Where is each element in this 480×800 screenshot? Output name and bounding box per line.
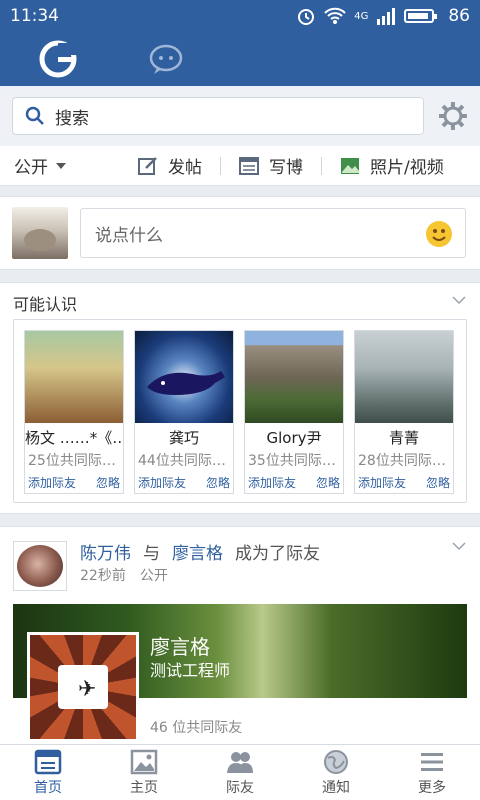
status-input[interactable]: 说点什么 bbox=[80, 208, 466, 258]
blog-button[interactable]: 写博 bbox=[221, 153, 321, 178]
nav-more[interactable]: 更多 bbox=[384, 745, 480, 800]
bottom-nav: 首页 主页 际友 通知 更多 bbox=[0, 744, 480, 800]
mutual-count: 25位共同际… bbox=[28, 453, 116, 469]
feed-icon bbox=[34, 749, 62, 774]
nav-friends[interactable]: 际友 bbox=[192, 745, 288, 800]
ignore-button[interactable]: 忽略 bbox=[316, 474, 340, 491]
person-photo bbox=[135, 331, 233, 423]
person-photo bbox=[25, 331, 123, 423]
ignore-button[interactable]: 忽略 bbox=[96, 474, 120, 491]
nav-profile[interactable]: 主页 bbox=[96, 745, 192, 800]
status-composer: 说点什么 bbox=[0, 196, 480, 270]
visibility-dropdown[interactable]: 公开 bbox=[0, 153, 120, 178]
person-photo bbox=[355, 331, 453, 423]
target-link[interactable]: 廖言格 bbox=[172, 539, 223, 564]
post-label: 发帖 bbox=[168, 158, 202, 178]
pymk-title: 可能认识 bbox=[13, 295, 78, 314]
mutual-count: 35位共同际… bbox=[248, 453, 336, 469]
add-friend-button[interactable]: 添加际友 bbox=[138, 474, 186, 491]
edit-icon bbox=[138, 156, 157, 175]
ignore-button[interactable]: 忽略 bbox=[426, 474, 450, 491]
pymk-card[interactable]: 龚巧 44位共同际… 添加际友 忽略 bbox=[134, 330, 234, 494]
nav-label: 首页 bbox=[34, 779, 62, 796]
signal-icon bbox=[377, 8, 396, 25]
emoji-icon[interactable] bbox=[425, 220, 453, 248]
blog-icon bbox=[239, 156, 259, 175]
blog-label: 写博 bbox=[269, 158, 303, 178]
mutual-count: 44位共同际… bbox=[138, 453, 226, 469]
airplane-icon: ✈ bbox=[78, 677, 97, 702]
nav-label: 际友 bbox=[226, 779, 254, 796]
feed-item: 陈万伟 与 廖言格 成为了际友 22秒前 公开 ✈ 廖言格 测试工程师 46 位… bbox=[0, 526, 480, 744]
profile-photo[interactable]: ✈ bbox=[27, 632, 139, 742]
pymk-card[interactable]: 青菁 28位共同际… 添加际友 忽略 bbox=[354, 330, 454, 494]
wifi-icon bbox=[324, 7, 346, 24]
photo-video-label: 照片/视频 bbox=[370, 158, 444, 178]
feed-time: 22秒前 bbox=[80, 568, 126, 584]
feed-privacy: 公开 bbox=[139, 568, 168, 584]
mutual-count: 28位共同际… bbox=[358, 453, 446, 469]
photo-icon bbox=[341, 157, 359, 174]
profile-title: 测试工程师 bbox=[150, 661, 231, 680]
photo-video-button[interactable]: 照片/视频 bbox=[322, 153, 462, 178]
chevron-down-icon[interactable] bbox=[452, 293, 466, 307]
person-photo bbox=[245, 331, 343, 423]
gear-icon[interactable] bbox=[438, 101, 468, 131]
nav-home[interactable]: 首页 bbox=[0, 745, 96, 800]
pymk-card[interactable]: Glory尹 35位共同际… 添加际友 忽略 bbox=[244, 330, 344, 494]
top-bar: 11:34 4G 86 bbox=[0, 0, 480, 86]
whale-icon bbox=[147, 371, 225, 395]
app-logo-icon[interactable] bbox=[38, 39, 78, 79]
profile-mutual: 46 位共同际友 bbox=[150, 720, 243, 736]
ignore-button[interactable]: 忽略 bbox=[206, 474, 230, 491]
app-bar bbox=[0, 32, 480, 86]
person-name: 龚巧 bbox=[168, 429, 199, 447]
pymk-card[interactable]: 杨文 ……*《… 25位共同际… 添加际友 忽略 bbox=[24, 330, 124, 494]
battery-icon bbox=[404, 9, 438, 23]
chevron-down-icon[interactable] bbox=[452, 539, 466, 553]
actor-link[interactable]: 陈万伟 bbox=[80, 539, 131, 564]
add-friend-button[interactable]: 添加际友 bbox=[248, 474, 296, 491]
image-icon bbox=[130, 749, 158, 774]
status-placeholder: 说点什么 bbox=[95, 225, 163, 246]
nav-label: 通知 bbox=[322, 779, 350, 796]
connector-text: 与 bbox=[143, 544, 160, 564]
status-bar: 11:34 4G 86 bbox=[0, 0, 480, 32]
battery-level: 86 bbox=[448, 6, 470, 26]
person-name: 杨文 ……*《… bbox=[25, 429, 123, 447]
visibility-label: 公开 bbox=[14, 158, 48, 178]
feed-headline: 陈万伟 与 廖言格 成为了际友 bbox=[80, 539, 320, 564]
globe-icon bbox=[324, 749, 348, 774]
search-row: 搜索 bbox=[0, 86, 480, 146]
network-label: 4G bbox=[354, 10, 369, 22]
my-avatar[interactable] bbox=[12, 207, 68, 259]
nav-notifications[interactable]: 通知 bbox=[288, 745, 384, 800]
add-friend-button[interactable]: 添加际友 bbox=[358, 474, 406, 491]
status-time: 11:34 bbox=[10, 6, 59, 26]
post-action-row: 公开 发帖 写博 照片/视频 bbox=[0, 146, 480, 186]
add-friend-button[interactable]: 添加际友 bbox=[28, 474, 76, 491]
menu-icon bbox=[421, 752, 443, 771]
caret-down-icon bbox=[56, 162, 66, 169]
person-name: 青菁 bbox=[388, 429, 419, 447]
action-text: 成为了际友 bbox=[235, 544, 320, 564]
feed-meta: 22秒前 公开 bbox=[80, 565, 168, 585]
actor-avatar[interactable] bbox=[13, 541, 67, 591]
search-placeholder: 搜索 bbox=[55, 108, 89, 129]
people-icon bbox=[227, 751, 253, 773]
search-input[interactable]: 搜索 bbox=[12, 97, 425, 135]
nav-label: 主页 bbox=[130, 779, 158, 796]
alarm-icon bbox=[298, 9, 315, 25]
pymk-list: 杨文 ……*《… 25位共同际… 添加际友 忽略 龚巧 44位共同际… 添加际友 忽… bbox=[13, 319, 467, 503]
post-button[interactable]: 发帖 bbox=[120, 153, 220, 178]
profile-name[interactable]: 廖言格 bbox=[150, 631, 210, 660]
nav-label: 更多 bbox=[418, 779, 446, 796]
search-icon bbox=[25, 106, 44, 125]
chat-icon[interactable] bbox=[148, 43, 184, 75]
people-you-may-know: 可能认识 杨文 ……*《… 25位共同际… 添加际友 忽略 龚巧 44位共同际… … bbox=[0, 282, 480, 514]
person-name: Glory尹 bbox=[266, 429, 322, 447]
